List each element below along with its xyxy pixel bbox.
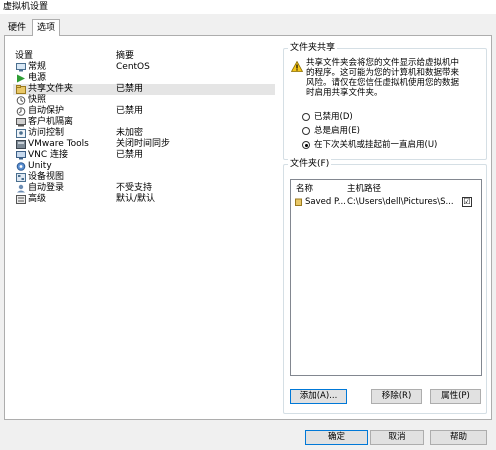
radio-label: 在下次关机或挂起前一直启用(U) bbox=[314, 140, 438, 150]
settings-item-shared-folders[interactable]: 共享文件夹 已禁用 bbox=[13, 84, 275, 95]
snapshot-icon bbox=[16, 96, 26, 105]
settings-item-label: 访问控制 bbox=[28, 128, 65, 138]
settings-item-general[interactable]: 常规 CentOS bbox=[13, 62, 275, 73]
settings-item-summary: 默认/默认 bbox=[116, 194, 156, 204]
folder-enabled-checkbox[interactable]: ☑ bbox=[462, 197, 472, 207]
settings-item-snapshots[interactable]: 快照 bbox=[13, 95, 275, 106]
remove-folder-button[interactable]: 移除(R) bbox=[371, 389, 422, 404]
folder-sharing-group: 文件夹共享 共享文件夹会将您的文件显示给虚拟机中 的程序。这可能为您的计算机和数… bbox=[283, 43, 487, 160]
settings-item-summary: 已禁用 bbox=[116, 84, 144, 94]
settings-item-summary: CentOS bbox=[116, 62, 150, 72]
settings-item-label: 共享文件夹 bbox=[28, 84, 74, 94]
tab-bar: 硬件 选项 bbox=[0, 19, 496, 36]
radio-button[interactable] bbox=[302, 127, 310, 135]
settings-item-label: 快照 bbox=[28, 95, 47, 105]
vmware-tools-icon bbox=[16, 140, 26, 149]
table-row[interactable]: Saved P... C:\Users\dell\Pictures\S... ☑ bbox=[291, 196, 481, 208]
sharing-warning-text: 共享文件夹会将您的文件显示给虚拟机中 的程序。这可能为您的计算机和数据带来 风险… bbox=[306, 58, 460, 98]
settings-item-summary: 已禁用 bbox=[116, 150, 144, 160]
folder-name: Saved P... bbox=[305, 197, 346, 207]
power-play-icon bbox=[17, 74, 25, 83]
settings-item-guest-isolation[interactable]: 客户机隔离 bbox=[13, 117, 275, 128]
vnc-icon bbox=[16, 151, 26, 160]
radio-label: 已禁用(D) bbox=[314, 112, 353, 122]
help-button[interactable]: 帮助 bbox=[430, 430, 487, 445]
settings-item-label: 自动保护 bbox=[28, 106, 65, 116]
folder-properties-button[interactable]: 属性(P) bbox=[430, 389, 481, 404]
host-path-column-header[interactable]: 主机路径 bbox=[347, 182, 381, 194]
general-icon bbox=[16, 63, 26, 72]
settings-item-summary: 关闭时间同步 bbox=[116, 139, 171, 149]
settings-item-label: 自动登录 bbox=[28, 183, 65, 193]
settings-item-device-view[interactable]: 设备视图 bbox=[13, 172, 275, 183]
advanced-icon bbox=[16, 195, 26, 204]
settings-item-label: VNC 连接 bbox=[28, 150, 69, 160]
access-control-icon bbox=[16, 129, 26, 138]
options-panel: 设置 摘要 常规 CentOS 电源 共享文件夹 已禁用 快照 自动保护 已禁用 bbox=[4, 35, 492, 420]
settings-item-label: VMware Tools bbox=[28, 139, 89, 149]
settings-item-label: Unity bbox=[28, 161, 52, 171]
settings-item-autoprotect[interactable]: 自动保护 已禁用 bbox=[13, 106, 275, 117]
tab-options[interactable]: 选项 bbox=[32, 19, 61, 36]
settings-item-power[interactable]: 电源 bbox=[13, 73, 275, 84]
folders-table: 名称 主机路径 Saved P... C:\Users\dell\Picture… bbox=[290, 179, 482, 376]
folder-sharing-title: 文件夹共享 bbox=[288, 43, 338, 54]
autoprotect-icon bbox=[16, 107, 26, 116]
folders-title: 文件夹(F) bbox=[288, 159, 332, 170]
warning-icon bbox=[291, 61, 303, 72]
settings-item-summary: 未加密 bbox=[116, 128, 144, 138]
settings-item-label: 客户机隔离 bbox=[28, 117, 74, 127]
add-folder-button[interactable]: 添加(A)... bbox=[290, 389, 347, 404]
cancel-button[interactable]: 取消 bbox=[370, 430, 424, 445]
autologin-icon bbox=[17, 184, 25, 193]
shared-folder-icon bbox=[16, 85, 26, 94]
settings-item-summary: 不受支持 bbox=[116, 183, 153, 193]
settings-item-label: 电源 bbox=[28, 73, 47, 83]
settings-item-label: 常规 bbox=[28, 62, 47, 72]
settings-list-header: 设置 摘要 bbox=[13, 48, 275, 61]
shared-folder-icon bbox=[295, 198, 302, 206]
settings-list: 设置 摘要 常规 CentOS 电源 共享文件夹 已禁用 快照 自动保护 已禁用 bbox=[13, 46, 275, 414]
setting-column-header: 设置 bbox=[15, 51, 34, 61]
radio-button-selected[interactable] bbox=[302, 141, 310, 149]
radio-button[interactable] bbox=[302, 113, 310, 121]
guest-isolation-icon bbox=[16, 118, 26, 127]
settings-item-vmware-tools[interactable]: VMware Tools 关闭时间同步 bbox=[13, 139, 275, 150]
settings-item-summary: 已禁用 bbox=[116, 106, 144, 116]
settings-item-vnc[interactable]: VNC 连接 已禁用 bbox=[13, 150, 275, 161]
settings-item-label: 高级 bbox=[28, 194, 47, 204]
name-column-header[interactable]: 名称 bbox=[296, 182, 313, 194]
settings-item-advanced[interactable]: 高级 默认/默认 bbox=[13, 194, 275, 205]
summary-column-header: 摘要 bbox=[116, 51, 135, 61]
tab-hardware[interactable]: 硬件 bbox=[4, 22, 30, 36]
settings-item-unity[interactable]: Unity bbox=[13, 161, 275, 172]
settings-item-label: 设备视图 bbox=[28, 172, 65, 182]
radio-label: 总是启用(E) bbox=[314, 126, 361, 136]
unity-icon bbox=[16, 162, 26, 171]
window-title: 虚拟机设置 bbox=[0, 0, 496, 14]
settings-item-autologin[interactable]: 自动登录 不受支持 bbox=[13, 183, 275, 194]
folder-host-path: C:\Users\dell\Pictures\S... bbox=[347, 197, 454, 207]
ok-button[interactable]: 确定 bbox=[305, 430, 368, 445]
device-view-icon bbox=[16, 173, 26, 182]
folders-group: 文件夹(F) 名称 主机路径 Saved P... C:\Users\dell\… bbox=[283, 159, 487, 414]
settings-item-access-control[interactable]: 访问控制 未加密 bbox=[13, 128, 275, 139]
folders-table-header: 名称 主机路径 bbox=[291, 182, 481, 194]
